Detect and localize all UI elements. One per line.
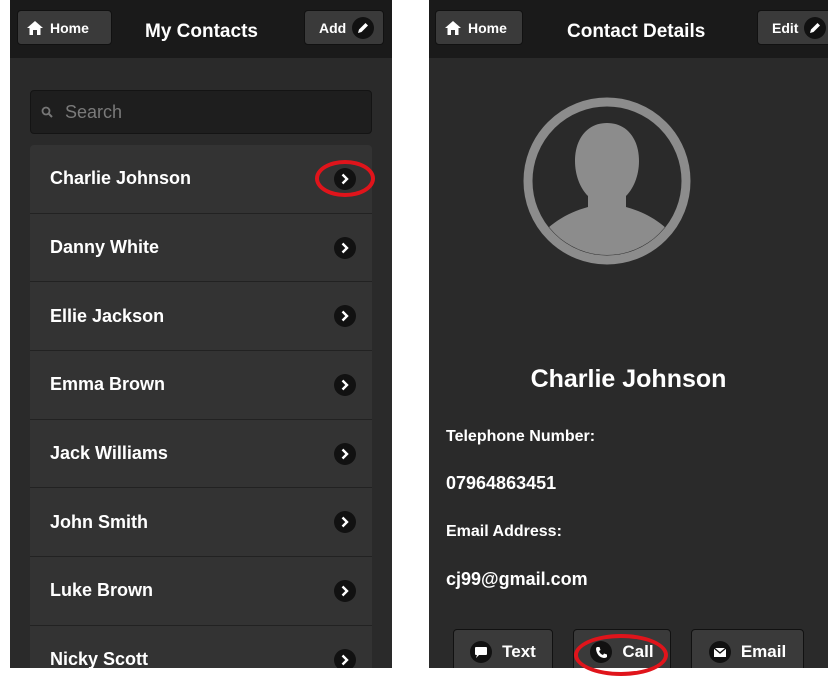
email-button[interactable]: Email xyxy=(691,629,804,668)
search-icon xyxy=(41,106,53,118)
chevron-right-icon[interactable] xyxy=(334,442,356,465)
chevron-right-icon[interactable] xyxy=(334,579,356,602)
telephone-label: Telephone Number: xyxy=(446,428,596,445)
email-label: Email Address: xyxy=(446,523,562,540)
contact-name: Nicky Scott xyxy=(50,649,149,668)
page-title: Contact Details xyxy=(567,21,706,42)
home-button[interactable]: Home xyxy=(435,10,523,45)
home-button-label: Home xyxy=(50,19,89,36)
contact-name: Emma Brown xyxy=(50,374,166,395)
contact-row[interactable]: Ellie Jackson xyxy=(30,282,372,352)
home-icon xyxy=(27,20,43,35)
home-button-label: Home xyxy=(468,19,507,36)
contacts-header: Home My Contacts Add xyxy=(10,0,392,58)
contact-row[interactable]: Emma Brown xyxy=(30,351,372,420)
contact-name: Danny White xyxy=(50,237,160,258)
chevron-right-icon[interactable] xyxy=(334,511,356,534)
contact-list: Charlie Johnson Danny White Ellie Jackso… xyxy=(30,145,372,668)
chevron-right-icon[interactable] xyxy=(334,305,356,328)
contact-name: Luke Brown xyxy=(50,580,154,601)
pencil-icon xyxy=(352,16,375,39)
telephone-value[interactable]: 07964863451 xyxy=(446,473,556,494)
contact-details-screen: Home Contact Details Edit Charlie Johnso… xyxy=(429,0,828,668)
chat-bubble-icon xyxy=(470,641,493,663)
contact-name: John Smith xyxy=(50,511,148,532)
text-button[interactable]: Text xyxy=(453,629,553,668)
avatar-icon xyxy=(523,97,691,265)
add-button-label: Add xyxy=(319,19,347,36)
highlight-ring-chevron xyxy=(315,160,375,197)
search-input[interactable] xyxy=(63,100,347,124)
email-button-label: Email xyxy=(740,642,787,661)
edit-button-label: Edit xyxy=(772,19,799,36)
contact-row[interactable]: Jack Williams xyxy=(30,419,372,489)
contact-name: Charlie Johnson xyxy=(50,168,192,189)
contact-name: Jack Williams xyxy=(50,443,168,464)
chevron-right-icon[interactable] xyxy=(334,373,356,396)
chevron-right-icon[interactable] xyxy=(334,236,356,259)
edit-button[interactable]: Edit xyxy=(757,10,828,45)
contact-row[interactable]: Luke Brown xyxy=(30,557,372,626)
contact-row[interactable]: Nicky Scott xyxy=(30,625,372,668)
contact-name: Ellie Jackson xyxy=(50,305,165,326)
add-button[interactable]: Add xyxy=(304,10,384,45)
contacts-screen: Home My Contacts Add Charlie Johnson Dan… xyxy=(10,0,392,668)
contact-row[interactable]: Danny White xyxy=(30,213,372,283)
pencil-icon xyxy=(804,16,827,39)
email-value[interactable]: cj99@gmail.com xyxy=(446,569,588,590)
home-button[interactable]: Home xyxy=(17,10,112,45)
highlight-ring-call xyxy=(574,634,668,676)
home-icon xyxy=(445,20,461,35)
search-field[interactable] xyxy=(30,90,372,134)
details-header: Home Contact Details Edit xyxy=(429,0,828,58)
envelope-icon xyxy=(708,641,731,663)
text-button-label: Text xyxy=(502,642,536,661)
contact-name-heading: Charlie Johnson xyxy=(530,365,727,393)
contact-row[interactable]: John Smith xyxy=(30,488,372,558)
chevron-right-icon[interactable] xyxy=(334,648,356,668)
page-title: My Contacts xyxy=(145,21,258,42)
